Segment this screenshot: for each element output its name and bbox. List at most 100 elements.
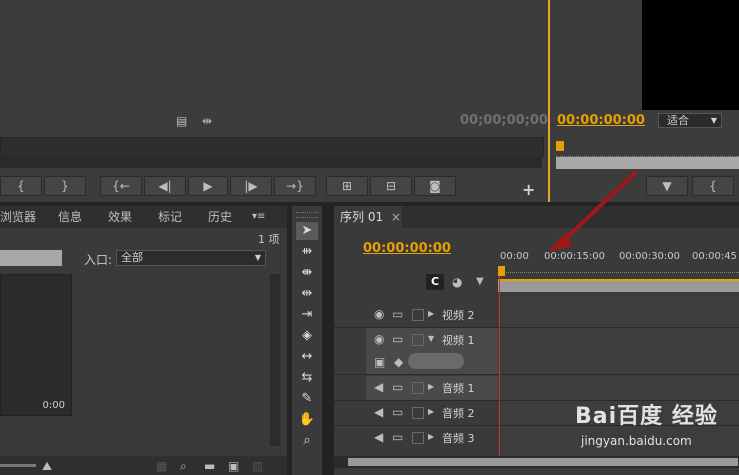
tab-info[interactable]: 信息 xyxy=(58,206,82,228)
speaker-icon[interactable]: ◀ xyxy=(374,429,383,445)
project-vertical-scrollbar[interactable] xyxy=(270,274,280,446)
razor-icon[interactable]: ◈ xyxy=(296,327,318,345)
expand-arrow-icon[interactable]: ▶ xyxy=(428,306,434,322)
tab-browser[interactable]: 浏览器 xyxy=(0,206,36,228)
new-item-icon[interactable]: ▣ xyxy=(228,458,239,474)
source-time-ruler[interactable] xyxy=(0,137,544,157)
play-button[interactable]: ▶ xyxy=(188,176,228,196)
source-monitor-video xyxy=(0,0,548,110)
go-to-in-button[interactable]: {← xyxy=(100,176,142,196)
timeline-timecode[interactable]: 00:00:00:00 xyxy=(363,241,451,256)
select-tool-icon[interactable]: ➤ xyxy=(296,222,318,240)
display-style-icon[interactable]: ▣ xyxy=(374,354,385,370)
panel-menu-icon[interactable]: ▾≡ xyxy=(252,206,265,228)
chevron-down-icon: ▼ xyxy=(254,253,261,262)
list-view-icon[interactable]: ▦ xyxy=(156,458,167,474)
lock-toggle[interactable] xyxy=(412,309,424,321)
overwrite-button[interactable]: ⊟ xyxy=(370,176,412,196)
lock-toggle[interactable] xyxy=(412,334,424,346)
tab-history[interactable]: 历史 xyxy=(208,206,232,228)
watermark: Bai百度 经验 jingyan.baidu.com xyxy=(575,398,735,468)
lock-toggle[interactable] xyxy=(412,382,424,394)
keyframe-nav[interactable] xyxy=(408,353,464,369)
program-scroll-bar[interactable] xyxy=(556,157,739,169)
zoom-mountain-icon[interactable]: ⛰ xyxy=(42,458,52,474)
eye-icon[interactable]: ◉ xyxy=(374,331,384,347)
slide-icon[interactable]: ⇆ xyxy=(296,369,318,387)
tools-grip xyxy=(296,212,318,218)
film-icon: ▭ xyxy=(392,405,404,419)
project-tab-bar: 浏览器 信息 效果 标记 历史 ▾≡ xyxy=(0,206,287,228)
chevron-down-icon: ▼ xyxy=(710,116,717,125)
trash-icon[interactable]: ▥ xyxy=(252,458,263,474)
search-icon[interactable]: ⌕ xyxy=(180,458,187,474)
program-monitor-video xyxy=(642,0,739,110)
step-back-button[interactable]: ◀| xyxy=(144,176,186,196)
program-time-ruler[interactable] xyxy=(556,150,739,157)
watermark-brand: Bai百度 经验 xyxy=(575,404,718,429)
lock-toggle[interactable] xyxy=(412,407,424,419)
rate-stretch-icon[interactable]: ⇥ xyxy=(296,306,318,324)
track-select-icon[interactable]: ⇻ xyxy=(296,243,318,261)
add-marker-button[interactable]: ▼ xyxy=(646,176,688,196)
project-panel: 浏览器 信息 效果 标记 历史 ▾≡ 1 项 入口: 全部 ▼ 0:00 ⛰ ▦… xyxy=(0,206,287,475)
inpoint-select[interactable]: 全部 ▼ xyxy=(116,250,266,266)
program-mark-in-button[interactable]: { xyxy=(692,176,734,196)
clip-thumbnail[interactable]: 0:00 xyxy=(0,274,72,416)
project-search-input[interactable] xyxy=(0,250,62,266)
timeline-ruler[interactable]: 00:00 00:00:15:00 00:00:30:00 00:00:45 xyxy=(498,250,739,273)
tab-markers[interactable]: 标记 xyxy=(158,206,182,228)
track-name: 音频 3 xyxy=(442,432,475,445)
mark-out-button[interactable]: } xyxy=(44,176,86,196)
tab-effects[interactable]: 效果 xyxy=(108,206,132,228)
timeline-playhead-marker[interactable] xyxy=(498,266,505,276)
collapse-arrow-icon[interactable]: ▼ xyxy=(428,331,434,347)
ruler-label: 00:00:15:00 xyxy=(544,251,606,262)
rolling-edit-icon[interactable]: ⇹ xyxy=(296,285,318,303)
watermark-url: jingyan.baidu.com xyxy=(581,434,692,448)
pen-icon[interactable]: ✎ xyxy=(296,390,318,408)
tab-sequence-01[interactable]: 序列 01 × xyxy=(334,206,402,228)
add-marker-icon[interactable]: ▼ xyxy=(476,274,484,290)
source-transport: { } {← ◀| ▶ |▶ →} ⊞ ⊟ ◙ xyxy=(0,176,470,196)
zoom-slider[interactable] xyxy=(0,464,36,467)
speaker-icon[interactable]: ◀ xyxy=(374,379,383,395)
film-icon: ▭ xyxy=(392,332,404,346)
program-timecode[interactable]: 00:00:00:00 xyxy=(557,113,645,128)
snap-icon[interactable]: C xyxy=(426,274,444,290)
expand-arrow-icon[interactable]: ▶ xyxy=(428,404,434,420)
source-scroll-bar[interactable] xyxy=(0,156,542,168)
close-icon[interactable]: × xyxy=(391,210,401,224)
speaker-icon[interactable]: ◀ xyxy=(374,404,383,420)
go-to-out-button[interactable]: →} xyxy=(274,176,316,196)
source-timecode[interactable]: 00;00;00;00 xyxy=(460,113,548,128)
eye-icon[interactable]: ◉ xyxy=(374,306,384,322)
step-forward-button[interactable]: |▶ xyxy=(230,176,272,196)
new-bin-icon[interactable]: ▬ xyxy=(204,458,215,474)
track-row[interactable]: ◉ ▭ ▶ 视频 2 xyxy=(334,303,739,328)
mark-in-button[interactable]: { xyxy=(0,176,42,196)
track-name: 视频 2 xyxy=(442,309,475,322)
lock-toggle[interactable] xyxy=(412,432,424,444)
expand-arrow-icon[interactable]: ▶ xyxy=(428,379,434,395)
playhead-line[interactable] xyxy=(499,276,500,456)
slip-icon[interactable]: ↔ xyxy=(296,348,318,366)
ruler-label: 00:00:30:00 xyxy=(619,251,681,262)
zoom-icon[interactable]: ⌕ xyxy=(296,432,318,450)
track-name: 音频 2 xyxy=(442,407,475,420)
fit-select[interactable]: 适合 ▼ xyxy=(658,113,722,128)
insert-button[interactable]: ⊞ xyxy=(326,176,368,196)
film-icon: ▭ xyxy=(392,380,404,394)
film-icon[interactable]: ▤ xyxy=(176,113,187,129)
export-frame-button[interactable]: ◙ xyxy=(414,176,456,196)
hand-icon[interactable]: ✋ xyxy=(296,411,318,429)
keyframe-icon[interactable]: ◆ xyxy=(394,354,403,370)
track-row[interactable]: ◉ ▭ ▼ 视频 1 ▣ ◆ xyxy=(334,328,739,375)
expand-arrow-icon[interactable]: ▶ xyxy=(428,429,434,445)
camera-icon: ◙ xyxy=(429,179,441,193)
track-name: 视频 1 xyxy=(442,334,475,347)
add-button[interactable]: + xyxy=(522,180,535,199)
ripple-edit-icon[interactable]: ⇼ xyxy=(296,264,318,282)
audio-waveform-icon[interactable]: ⇹ xyxy=(202,113,212,129)
linked-selection-icon[interactable]: ◕ xyxy=(452,274,462,290)
